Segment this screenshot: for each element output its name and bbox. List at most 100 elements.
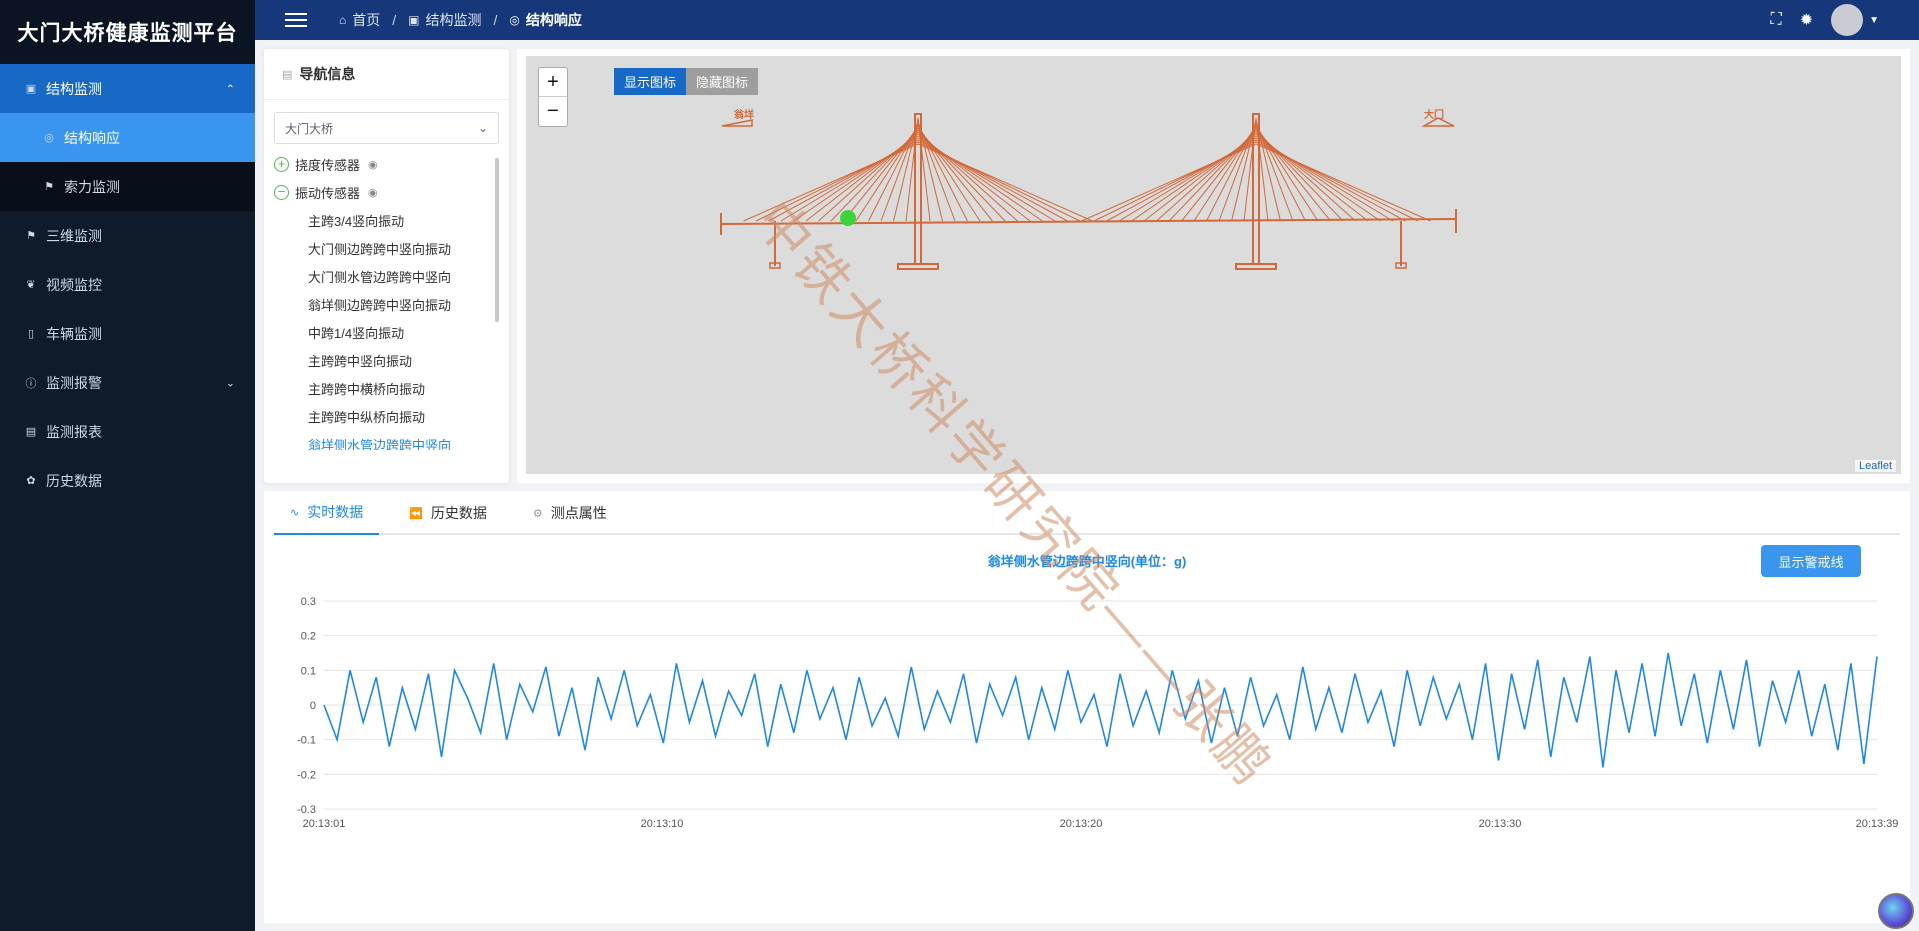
- chevron-down-icon: ⌄: [477, 121, 488, 135]
- sidebar-item-1[interactable]: ◎ 结构响应: [0, 113, 255, 162]
- stay-cable: [1093, 141, 1257, 222]
- zoom-out-button[interactable]: −: [539, 97, 567, 126]
- floating-assistant-icon[interactable]: [1878, 893, 1914, 929]
- hamburger-menu-icon[interactable]: [285, 9, 307, 31]
- zoom-control: + −: [538, 67, 568, 127]
- tree-leaf[interactable]: 主跨跨中横桥向振动: [274, 374, 509, 402]
- expand-icon[interactable]: +: [274, 156, 289, 172]
- tree-group-label: 振动传感器: [295, 185, 361, 201]
- sidebar-item-label: 索力监测: [64, 178, 120, 195]
- sidebar-item-label: 监测报表: [46, 423, 102, 440]
- stay-cable: [755, 141, 919, 222]
- paw-icon: ✿: [26, 475, 36, 487]
- bridge-drawing: 翁垟 大门: [720, 108, 1457, 270]
- eye-icon[interactable]: ◉: [368, 186, 378, 199]
- sidebar-item-label: 车辆监测: [46, 325, 102, 342]
- sidebar-item-6[interactable]: ⓘ 监测报警 ⌄: [0, 358, 255, 407]
- map-panel: 翁垟 大门 + − 显示图标 隐藏图标 Leaflet: [517, 49, 1910, 483]
- sidebar-item-5[interactable]: ▯ 车辆监测: [0, 309, 255, 358]
- stay-cable: [1255, 141, 1419, 222]
- fullscreen-icon[interactable]: ⛶: [1770, 11, 1781, 29]
- leaf-icon: ❦: [26, 279, 36, 291]
- tree-scrollbar[interactable]: [495, 158, 499, 322]
- x-tick-label: 20:13:30: [1479, 818, 1522, 830]
- top-navbar: ⌂ 首页 / ▣ 结构监测 / ◎ 结构响应 ⛶ ✹ ▼: [255, 0, 1919, 40]
- breadcrumb-structure[interactable]: ▣ 结构监测: [408, 10, 481, 30]
- breadcrumb-structure-label: 结构监测: [425, 12, 482, 28]
- tree-leaf[interactable]: 翁垟侧边跨跨中竖向振动: [274, 290, 509, 318]
- home-icon: ⌂: [339, 13, 347, 27]
- leaflet-attribution[interactable]: Leaflet: [1854, 460, 1896, 472]
- tree-leaf[interactable]: 大门侧边跨跨中竖向振动: [274, 234, 509, 262]
- sensor-tree: + 挠度传感器 ◉ − 振动传感器 ◉ 主跨3/4竖向振动 大门侧边跨跨中竖向振动 大门侧水管边…: [264, 150, 509, 450]
- sidebar-item-label: 结构响应: [64, 129, 120, 146]
- info-icon: ⓘ: [25, 377, 37, 390]
- tree-leaf[interactable]: 大门侧水管边跨跨中竖向: [274, 262, 509, 290]
- breadcrumb-separator: /: [493, 12, 498, 28]
- flag-icon: ⚑: [44, 181, 54, 193]
- data-panel: ∿ 实时数据 ⏪ 历史数据 ⚙ 测点属性 翁垟侧水管边跨跨中竖向(单位：g) 显示警戒线 …: [264, 491, 1910, 923]
- sidebar-item-4[interactable]: ❦ 视频监控: [0, 260, 255, 309]
- sensor-marker-icon[interactable]: [840, 210, 856, 226]
- stay-cable: [1255, 137, 1394, 222]
- y-tick-label: 0: [310, 700, 316, 712]
- caret-down-icon[interactable]: ▼: [1869, 15, 1879, 26]
- topbar-actions: ⛶ ✹ ▼: [1770, 0, 1879, 40]
- vibration-chart: 0.3 0.2 0.1 0 -0.1 -0.2 -0.3 20:13:01 20:13:10 20…: [297, 596, 1899, 830]
- bridge-select[interactable]: 大门大桥 ⌄: [274, 112, 499, 144]
- sidebar-item-label: 三维监测: [46, 227, 102, 244]
- bug-icon[interactable]: ✹: [1800, 10, 1813, 30]
- x-tick-label: 20:13:39: [1856, 818, 1899, 830]
- hide-icons-button[interactable]: 隐藏图标: [686, 68, 759, 95]
- bridge-select-value: 大门大桥: [285, 121, 334, 136]
- tower-foundation: [1235, 263, 1277, 270]
- document-icon: ▤: [282, 68, 293, 81]
- breadcrumb-home[interactable]: ⌂ 首页: [339, 10, 380, 30]
- tree-leaf[interactable]: 主跨跨中纵桥向振动: [274, 402, 509, 430]
- y-tick-label: 0.2: [301, 631, 316, 643]
- tree-leaf[interactable]: 主跨跨中竖向振动: [274, 346, 509, 374]
- stay-cable: [917, 137, 1056, 222]
- tree-group-label: 挠度传感器: [295, 157, 361, 173]
- map-label-left: 翁垟: [734, 108, 754, 121]
- sidebar-item-label: 结构监测: [46, 80, 102, 97]
- x-tick-label: 20:13:01: [303, 818, 346, 830]
- tree-group[interactable]: + 挠度传感器 ◉: [274, 150, 509, 178]
- phone-icon: ▯: [27, 328, 35, 340]
- sidebar-menu: ▣ 结构监测 ⌃ ◎ 结构响应 ⚑ 索力监测 ⚑ 三维监测 ❦ 视频监控 ▯ 车辆监测 ⓘ 监测报警 ⌄ ▤ 监测…: [0, 64, 255, 505]
- show-icons-button[interactable]: 显示图标: [614, 68, 687, 95]
- x-tick-label: 20:13:10: [641, 818, 684, 830]
- collapse-icon[interactable]: −: [274, 184, 289, 200]
- tree-leaf[interactable]: 主跨3/4竖向振动: [274, 206, 509, 234]
- x-tick-label: 20:13:20: [1060, 818, 1103, 830]
- y-tick-label: 0.1: [301, 665, 316, 677]
- nav-panel-header: ▤ 导航信息: [264, 49, 509, 100]
- breadcrumb: ⌂ 首页 / ▣ 结构监测 / ◎ 结构响应: [339, 10, 582, 30]
- y-tick-label: -0.2: [297, 769, 316, 781]
- zoom-in-button[interactable]: +: [539, 68, 567, 97]
- sidebar-item-label: 视频监控: [46, 276, 102, 293]
- sidebar-item-7[interactable]: ▤ 监测报表: [0, 407, 255, 456]
- target-icon: ◎: [44, 132, 54, 144]
- sidebar-item-0[interactable]: ▣ 结构监测 ⌃: [0, 64, 255, 113]
- tree-group[interactable]: − 振动传感器 ◉: [274, 178, 509, 206]
- sidebar-item-2[interactable]: ⚑ 索力监测: [0, 162, 255, 211]
- breadcrumb-response: ◎ 结构响应: [509, 10, 581, 30]
- sidebar-item-3[interactable]: ⚑ 三维监测: [0, 211, 255, 260]
- bridge-map[interactable]: 翁垟 大门 + − 显示图标 隐藏图标 Leaflet: [526, 56, 1901, 474]
- tree-leaf[interactable]: 翁垟侧水管边跨跨中竖向: [274, 430, 509, 451]
- y-tick-label: 0.3: [301, 596, 316, 608]
- sidebar-item-8[interactable]: ✿ 历史数据: [0, 456, 255, 505]
- chevron-down-icon: ⌄: [225, 377, 235, 389]
- tree-leaf[interactable]: 中跨1/4竖向振动: [274, 318, 509, 346]
- breadcrumb-home-label: 首页: [352, 12, 381, 28]
- nav-panel: ▤ 导航信息 大门大桥 ⌄ + 挠度传感器 ◉ − 振动传感器 ◉ 主跨3/4竖向振动 大门侧边跨…: [264, 49, 509, 483]
- chevron-up-icon: ⌃: [225, 83, 235, 95]
- image-icon: ▣: [25, 83, 37, 95]
- nav-panel-title: 导航信息: [299, 66, 356, 82]
- sidebar-item-label: 历史数据: [46, 472, 102, 489]
- eye-icon[interactable]: ◉: [368, 158, 378, 171]
- avatar[interactable]: [1831, 4, 1864, 36]
- breadcrumb-separator: /: [392, 12, 397, 28]
- flag-icon: ⚑: [26, 230, 36, 242]
